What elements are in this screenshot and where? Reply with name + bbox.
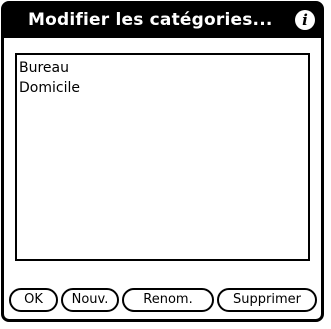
list-item-bureau[interactable]: Bureau (17, 58, 308, 78)
delete-button[interactable]: Supprimer (217, 288, 317, 312)
screen: Modifier les catégories... i Bureau Domi… (0, 0, 331, 329)
ok-button[interactable]: OK (9, 288, 58, 312)
rename-button[interactable]: Renom. (122, 288, 214, 312)
edit-categories-dialog: Modifier les catégories... i Bureau Domi… (1, 1, 324, 322)
new-button[interactable]: Nouv. (61, 288, 119, 312)
dialog-title: Modifier les catégories... (28, 10, 273, 30)
category-list[interactable]: Bureau Domicile (15, 53, 310, 261)
title-bar: Modifier les catégories... i (4, 4, 321, 38)
list-item-domicile[interactable]: Domicile (17, 78, 308, 98)
info-icon[interactable]: i (295, 10, 315, 30)
